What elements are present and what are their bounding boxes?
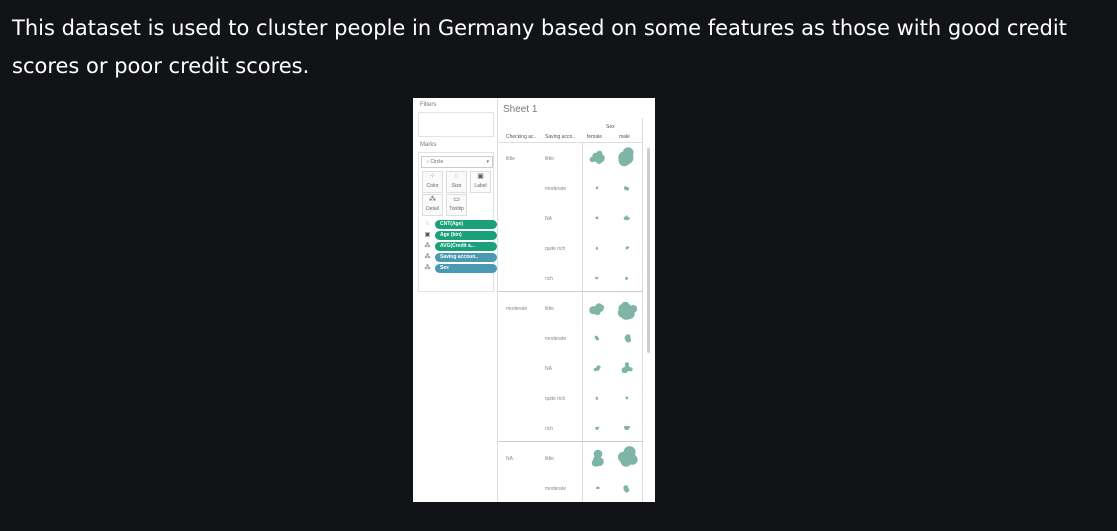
bubble-mark (626, 246, 629, 249)
bubble-mark (595, 277, 598, 280)
bubble-mark (594, 309, 601, 316)
bubble-mark (625, 188, 629, 191)
bubble-mark (625, 426, 629, 430)
bubble-mark (627, 454, 638, 465)
bubble-mark (595, 396, 598, 399)
bubble-mark (625, 334, 631, 339)
description-paragraph: This dataset is used to cluster people i… (12, 16, 1067, 78)
bubble-mark (625, 396, 629, 400)
bubble-mark (625, 276, 628, 279)
bubble-mark (624, 486, 627, 490)
bubble-viz (589, 147, 638, 493)
bubble-mark (593, 367, 598, 372)
bubble-mark (621, 151, 633, 164)
bubble-mark (596, 217, 599, 220)
bubble-mark (624, 362, 629, 367)
bubble-mark (595, 486, 599, 490)
bubble-mark (595, 247, 598, 250)
bubble-mark (628, 217, 630, 220)
bubble-mark (623, 308, 635, 320)
tableau-screenshot: Filters Marks ○ Circle ▾ ⁘ Color ◌ Size … (413, 98, 655, 502)
bubble-mark (595, 187, 598, 190)
bubble-mark (597, 426, 600, 429)
bubble-mark (594, 154, 600, 160)
bubble-mark (595, 426, 598, 429)
bubble-mark (594, 456, 602, 463)
bubble-mark (618, 451, 629, 463)
bubble-mark (595, 337, 599, 341)
